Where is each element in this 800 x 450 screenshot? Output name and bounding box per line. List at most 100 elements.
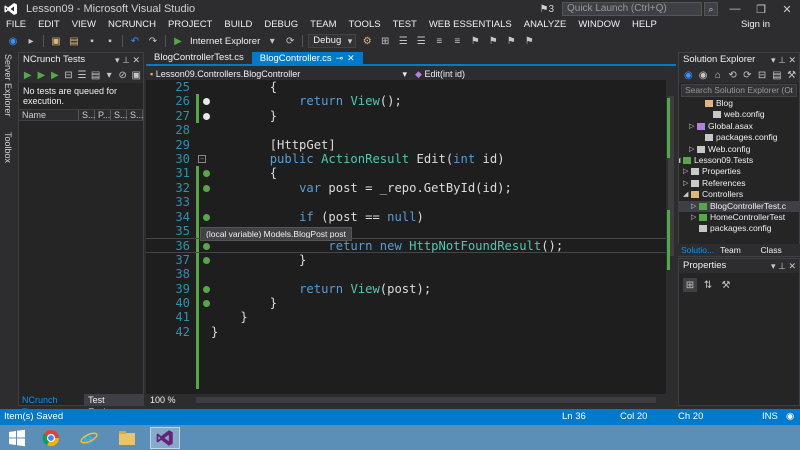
coverage-marker-icon[interactable] <box>203 184 210 192</box>
code-line[interactable]: 31 { <box>146 166 666 180</box>
code-line[interactable]: 36 return new HttpNotFoundResult(); <box>146 238 666 253</box>
column-header[interactable]: S... <box>127 110 144 120</box>
next-bookmark-icon[interactable]: ⚑ <box>504 34 518 48</box>
column-header[interactable]: S... <box>79 110 96 120</box>
menu-web-essentials[interactable]: WEB ESSENTIALS <box>423 18 518 32</box>
tree-item[interactable]: packages.config <box>679 223 799 234</box>
options-icon[interactable]: ▣ <box>132 68 142 82</box>
menu-analyze[interactable]: ANALYZE <box>518 18 573 32</box>
open-folder-icon[interactable]: ▤ <box>67 34 81 48</box>
file-explorer-icon[interactable] <box>112 427 142 449</box>
code-line[interactable]: 34 if (post == null) <box>146 210 666 224</box>
tab-ncrunch-tests[interactable]: NCrunch Tests <box>18 394 84 417</box>
expand-arrow-icon[interactable]: ▷ <box>691 212 696 223</box>
editor-vertical-scrollbar[interactable] <box>666 80 676 394</box>
property-pages-icon[interactable]: ⚒ <box>719 278 733 292</box>
solution-search-input[interactable]: Search Solution Explorer (Ct ⌕ <box>681 84 797 97</box>
code-line[interactable]: 35 <box>146 224 666 238</box>
pin-dropdown-icon[interactable]: ▾ <box>771 261 776 271</box>
coverage-marker-icon[interactable] <box>203 256 210 264</box>
tree-item[interactable]: packages.config <box>679 132 799 143</box>
close-tab-icon[interactable]: ✕ <box>347 53 355 63</box>
pin-dropdown-icon[interactable]: ▾ <box>771 55 776 65</box>
code-line[interactable]: 38 <box>146 267 666 281</box>
coverage-marker-icon[interactable] <box>203 98 210 106</box>
back-icon[interactable]: ◉ <box>6 34 20 48</box>
code-line[interactable]: 25 { <box>146 80 666 94</box>
menu-debug[interactable]: DEBUG <box>258 18 304 32</box>
align-icon[interactable]: ⊞ <box>378 34 392 48</box>
tree-item[interactable]: ◢ Controllers <box>679 189 799 200</box>
uncomment-icon[interactable]: ≡ <box>450 34 464 48</box>
details-icon[interactable]: ▤ <box>91 68 101 82</box>
toolbox-tab[interactable]: Toolbox <box>3 132 13 163</box>
close-panel-icon[interactable]: ✕ <box>132 55 140 65</box>
expand-arrow-icon[interactable]: ▷ <box>689 121 694 132</box>
tree-item[interactable]: ◢ Lesson09.Tests <box>679 155 799 166</box>
tab-team-explorer[interactable]: Team E... <box>717 244 757 267</box>
prev-bookmark-icon[interactable]: ⚑ <box>486 34 500 48</box>
run-all-icon[interactable]: ▶ <box>37 68 47 82</box>
browser-dropdown-icon[interactable]: ▾ <box>265 34 279 48</box>
tab-blog-controller[interactable]: BlogController.cs ⊸ ✕ <box>251 52 363 64</box>
restore-button[interactable]: ❐ <box>748 3 774 16</box>
menu-team[interactable]: TEAM <box>304 18 342 32</box>
expand-arrow-icon[interactable]: ◢ <box>679 155 680 166</box>
menu-build[interactable]: BUILD <box>218 18 258 32</box>
column-header[interactable]: S... <box>111 110 128 120</box>
coverage-marker-icon[interactable] <box>203 300 210 307</box>
pin-dropdown-icon[interactable]: ▾ <box>115 55 120 65</box>
quick-launch-input[interactable]: Quick Launch (Ctrl+Q) <box>562 2 702 16</box>
expand-arrow-icon[interactable]: ◢ <box>683 189 688 200</box>
member-dropdown[interactable]: ◆ Edit(int id) <box>411 68 465 80</box>
code-line[interactable]: 37 } <box>146 253 666 267</box>
filter-icon[interactable]: ☰ <box>77 68 87 82</box>
comment-icon[interactable]: ≡ <box>432 34 446 48</box>
run-selected-icon[interactable]: ▶ <box>50 68 60 82</box>
outdent-icon[interactable]: ☰ <box>414 34 428 48</box>
code-line[interactable]: 39 return View(post); <box>146 282 666 296</box>
search-icon[interactable]: ⌕ <box>704 2 718 16</box>
browser-selector[interactable]: Internet Explorer <box>190 36 260 47</box>
coverage-marker-icon[interactable] <box>203 170 210 178</box>
windows-start-icon[interactable] <box>2 427 32 449</box>
coverage-marker-icon[interactable] <box>203 285 210 293</box>
horizontal-scroll-thumb[interactable] <box>196 397 656 403</box>
refresh-icon[interactable]: ⟳ <box>283 34 297 48</box>
expand-arrow-icon[interactable]: ▷ <box>683 178 688 189</box>
alphabetical-icon[interactable]: ⇅ <box>701 278 715 292</box>
server-explorer-tab[interactable]: Server Explorer <box>3 54 13 117</box>
visual-studio-taskbar-icon[interactable] <box>150 427 180 449</box>
home-icon[interactable]: ⌂ <box>713 68 724 82</box>
save-all-icon[interactable]: ▪ <box>103 34 117 48</box>
forward-icon[interactable]: ◉ <box>698 68 709 82</box>
menu-ncrunch[interactable]: NCRUNCH <box>102 18 162 32</box>
expand-arrow-icon[interactable]: ▷ <box>683 166 688 177</box>
coverage-marker-icon[interactable] <box>203 243 210 251</box>
pin-tab-icon[interactable]: ⊸ <box>336 53 344 63</box>
menu-project[interactable]: PROJECT <box>162 18 218 32</box>
editor-horizontal-scrollbar[interactable]: 100 % <box>146 394 676 406</box>
pin-icon[interactable]: ⊥ <box>778 261 786 271</box>
tree-item[interactable]: Blog <box>679 98 799 109</box>
configuration-dropdown[interactable]: Debug <box>308 34 357 48</box>
collapse-all-icon[interactable]: ⊟ <box>757 68 768 82</box>
back-icon[interactable]: ◉ <box>683 68 694 82</box>
zoom-level[interactable]: 100 % <box>146 395 192 405</box>
close-panel-icon[interactable]: ✕ <box>788 261 796 271</box>
menu-tools[interactable]: TOOLS <box>343 18 387 32</box>
tree-item[interactable]: ▷ References <box>679 178 799 189</box>
code-line[interactable]: 40 } <box>146 296 666 310</box>
code-line[interactable]: 30 public ActionResult Edit(int id) − <box>146 152 666 166</box>
internet-explorer-icon[interactable]: e <box>74 427 104 449</box>
menu-view[interactable]: VIEW <box>66 18 102 32</box>
chrome-icon[interactable] <box>36 427 66 449</box>
code-line[interactable]: 41 } <box>146 310 666 324</box>
new-project-icon[interactable]: ▣ <box>49 34 63 48</box>
pin-icon[interactable]: ⊥ <box>122 55 130 65</box>
minimize-button[interactable]: — <box>722 3 748 15</box>
code-line[interactable]: 32 var post = _repo.GetById(id); <box>146 181 666 195</box>
tab-blog-controller-test[interactable]: BlogControllerTest.cs <box>146 52 252 64</box>
notifications-flag[interactable]: ⚑3 <box>539 4 554 15</box>
tree-item[interactable]: ▷ HomeControllerTest <box>679 212 799 223</box>
